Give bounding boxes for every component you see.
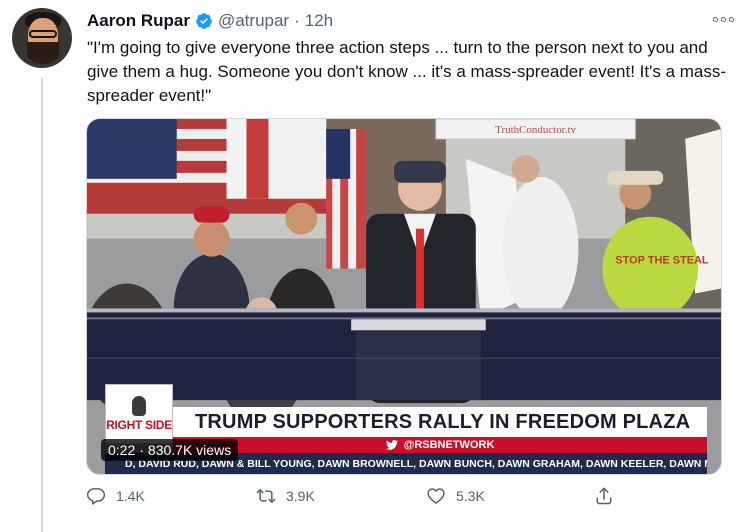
twitter-bird-icon [385, 440, 398, 450]
timestamp[interactable]: 12h [305, 11, 333, 31]
separator-dot: · [294, 11, 300, 30]
display-name[interactable]: Aaron Rupar [87, 11, 190, 31]
avatar[interactable] [12, 8, 72, 68]
chyron-handle: @RSBNETWORK [403, 439, 495, 451]
sign-text: TruthConductor.tv [495, 124, 576, 136]
retweet-button[interactable]: 3.9K [256, 486, 315, 506]
share-icon [596, 487, 612, 505]
news-chyron: RIGHT SIDE TRUMP SUPPORTERS RALLY IN FRE… [87, 384, 721, 474]
reply-button[interactable]: 1.4K [86, 486, 145, 506]
channel-logo-text: RIGHT SIDE [106, 418, 172, 432]
tweet-header: Aaron Rupar @atrupar · 12h [87, 10, 333, 32]
reply-icon [86, 488, 106, 505]
verified-badge-icon [196, 13, 212, 29]
video-duration: 0:22 [108, 442, 136, 458]
sign-text: STOP THE STEAL [615, 255, 709, 267]
retweet-icon [256, 489, 276, 503]
more-options-icon[interactable] [711, 12, 735, 26]
share-button[interactable] [594, 486, 614, 506]
reply-count: 1.4K [116, 488, 145, 504]
video-stats-badge: 0:22 · 830.7K views [101, 439, 239, 461]
like-icon [427, 488, 445, 504]
retweet-count: 3.9K [286, 488, 315, 504]
chyron-headline: TRUMP SUPPORTERS RALLY IN FREEDOM PLAZA [173, 407, 707, 437]
video-views: 830.7K views [147, 442, 232, 458]
thread-line [41, 78, 43, 532]
channel-logo: RIGHT SIDE [105, 384, 173, 444]
user-handle[interactable]: @atrupar [218, 11, 289, 31]
like-count: 5.3K [456, 488, 485, 504]
stats-separator: · [139, 442, 144, 458]
like-button[interactable]: 5.3K [426, 486, 485, 506]
chyron-subline: @RSBNETWORK [173, 437, 707, 453]
tweet-actions: 1.4K 3.9K 5.3K [86, 486, 631, 510]
video-player[interactable]: TruthConductor.tv STOP THE STEAL RIGHT S… [86, 118, 722, 475]
tweet-text: "I'm going to give everyone three action… [87, 38, 727, 105]
